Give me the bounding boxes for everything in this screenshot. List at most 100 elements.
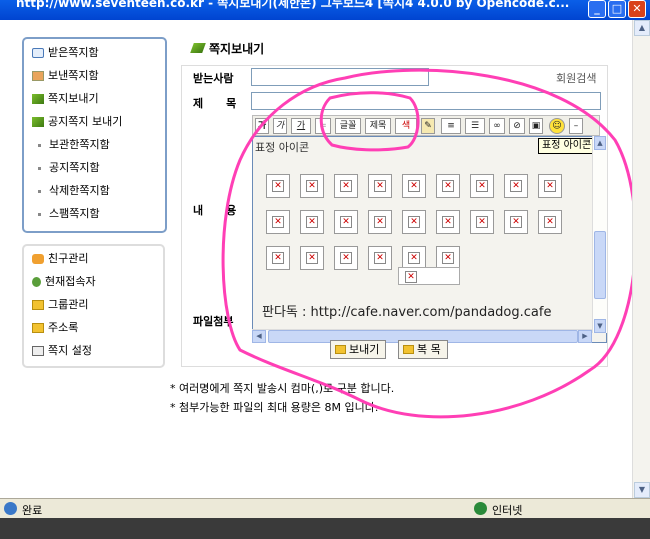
broken-image-icon: ✕ <box>510 180 522 192</box>
font-select[interactable]: 글꼴 <box>335 118 361 134</box>
emoticon-cell[interactable]: ✕ <box>470 210 494 234</box>
menu-item-spam[interactable]: 스팸쪽지함 <box>38 204 100 224</box>
emoticon-cell[interactable]: ✕ <box>334 174 358 198</box>
menu-item-trash[interactable]: 삭제한쪽지함 <box>38 181 110 201</box>
envelope-open-icon <box>32 48 44 58</box>
emoticon-cell[interactable]: ✕ <box>470 174 494 198</box>
folder-icon <box>32 323 44 333</box>
broken-image-icon: ✕ <box>306 216 318 228</box>
menu-item-label: 보낸쪽지함 <box>48 69 99 82</box>
broken-image-icon: ✕ <box>442 216 454 228</box>
emoticon-cell[interactable]: ✕ <box>334 210 358 234</box>
emoticon-cell[interactable]: ✕ <box>266 174 290 198</box>
window-title: http://www.seventeen.co.kr - 쪽지보내기(제한본) … <box>16 0 570 10</box>
emoticon-cell[interactable]: ✕ <box>504 210 528 234</box>
link-icon[interactable]: ∞ <box>489 118 505 134</box>
underline-button[interactable]: 가 <box>291 118 311 134</box>
scroll-thumb[interactable] <box>594 231 606 299</box>
color-button[interactable]: 색 <box>395 118 417 134</box>
broken-image-icon: ✕ <box>340 216 352 228</box>
menu-item-write[interactable]: 쪽지보내기 <box>32 89 99 109</box>
smiley-icon[interactable]: ☺ <box>549 118 565 134</box>
status-bar: 완료 인터넷 <box>0 498 650 518</box>
menu-item-notice-box[interactable]: 공지쪽지함 <box>38 158 100 178</box>
menu-item-label: 쪽지보내기 <box>48 92 99 105</box>
unlink-icon[interactable]: ⊘ <box>509 118 525 134</box>
message-menu: 받은쪽지함 보낸쪽지함 쪽지보내기 공지쪽지 보내기 보관한쪽지함 공지쪽지함 … <box>22 37 167 233</box>
menu-item-label: 공지쪽지함 <box>49 161 100 174</box>
page-scroll-up-icon[interactable]: ▲ <box>634 20 650 36</box>
emoticon-cell[interactable]: ✕ <box>368 246 392 270</box>
image-icon[interactable]: ▣ <box>529 118 543 134</box>
scroll-down-icon[interactable]: ▼ <box>594 319 606 333</box>
more-button[interactable]: – <box>569 118 583 134</box>
menu-item-settings[interactable]: 쪽지 설정 <box>32 341 92 361</box>
envelope-icon <box>335 345 346 354</box>
page-scroll-down-icon[interactable]: ▼ <box>634 482 650 498</box>
emoticon-cell[interactable]: ✕ <box>402 210 426 234</box>
emoticon-cell[interactable]: ✕ <box>368 174 392 198</box>
bullet-icon <box>38 166 41 170</box>
scroll-left-icon[interactable]: ◀ <box>252 330 266 343</box>
emoticon-cell[interactable]: ✕ <box>300 210 324 234</box>
note-icon <box>403 345 414 354</box>
emoticon-cell[interactable]: ✕ <box>300 174 324 198</box>
emoticon-cell[interactable]: ✕ <box>368 210 392 234</box>
menu-item-friends[interactable]: 친구관리 <box>32 249 88 269</box>
taskbar <box>0 518 650 539</box>
scroll-up-icon[interactable]: ▲ <box>594 136 606 150</box>
minimize-button[interactable]: _ <box>588 0 606 18</box>
note-multi-recipient: * 여러명에게 쪽지 발송시 컴마(,)로 구분 합니다. <box>170 382 395 395</box>
broken-image-icon: ✕ <box>374 252 386 264</box>
highlight-button[interactable]: ✎ <box>421 118 435 134</box>
close-button[interactable]: ✕ <box>628 0 646 18</box>
menu-item-label: 주소록 <box>48 321 79 334</box>
list-button[interactable]: ☰ <box>465 118 485 134</box>
emoticon-preview[interactable]: ✕ <box>398 267 460 285</box>
emoticon-cell[interactable]: ✕ <box>300 246 324 270</box>
emoticon-cell[interactable]: ✕ <box>266 246 290 270</box>
menu-item-archive[interactable]: 보관한쪽지함 <box>38 135 110 155</box>
size-select[interactable]: 제목 <box>365 118 391 134</box>
align-button[interactable]: ≡ <box>441 118 461 134</box>
watermark-text: 판다독 : http://cafe.naver.com/pandadog.caf… <box>262 305 552 320</box>
broken-image-icon: ✕ <box>306 252 318 264</box>
page-title-text: 쪽지보내기 <box>209 42 265 56</box>
scroll-right-icon[interactable]: ▶ <box>578 330 592 343</box>
maximize-button[interactable]: □ <box>608 0 626 18</box>
member-search-link[interactable]: 회원검색 <box>556 70 596 86</box>
recipient-input[interactable] <box>251 68 429 86</box>
emoticon-cell[interactable]: ✕ <box>436 174 460 198</box>
page-scrollbar[interactable]: ▲ ▼ <box>632 20 650 498</box>
broken-image-icon: ✕ <box>442 180 454 192</box>
emoticon-cell[interactable]: ✕ <box>504 174 528 198</box>
emoticon-panel-scrollbar[interactable]: ▲ ▼ <box>592 136 607 333</box>
emoticon-cell[interactable]: ✕ <box>538 210 562 234</box>
folder-icon <box>32 300 44 310</box>
window-title-bar: http://www.seventeen.co.kr - 쪽지보내기(제한본) … <box>0 0 650 20</box>
menu-item-groups[interactable]: 그룹관리 <box>32 295 88 315</box>
menu-item-address-book[interactable]: 주소록 <box>32 318 78 338</box>
emoticon-cell[interactable]: ✕ <box>436 210 460 234</box>
italic-button[interactable]: 가 <box>273 118 287 134</box>
recipient-label: 받는사람 <box>193 72 234 85</box>
send-button-label: 보내기 <box>349 343 380 356</box>
send-button[interactable]: 보내기 <box>330 340 387 359</box>
back-to-list-button[interactable]: 복 목 <box>398 340 448 359</box>
content-label: 내 용 <box>193 204 237 217</box>
menu-item-notice-write[interactable]: 공지쪽지 보내기 <box>32 112 122 132</box>
emoticon-cell[interactable]: ✕ <box>266 210 290 234</box>
broken-image-icon: ✕ <box>544 216 556 228</box>
attach-label: 파일첨부 <box>193 315 234 328</box>
strike-button[interactable]: = <box>315 118 331 134</box>
friends-icon <box>32 254 44 264</box>
back-button-label: 복 목 <box>417 343 441 356</box>
bold-button[interactable]: 가 <box>255 118 269 134</box>
subject-input[interactable] <box>251 92 601 110</box>
menu-item-sent[interactable]: 보낸쪽지함 <box>32 66 99 86</box>
emoticon-cell[interactable]: ✕ <box>402 174 426 198</box>
menu-item-inbox[interactable]: 받은쪽지함 <box>32 43 99 63</box>
menu-item-online-users[interactable]: 현재접속자 <box>32 272 96 292</box>
emoticon-cell[interactable]: ✕ <box>538 174 562 198</box>
emoticon-cell[interactable]: ✕ <box>334 246 358 270</box>
